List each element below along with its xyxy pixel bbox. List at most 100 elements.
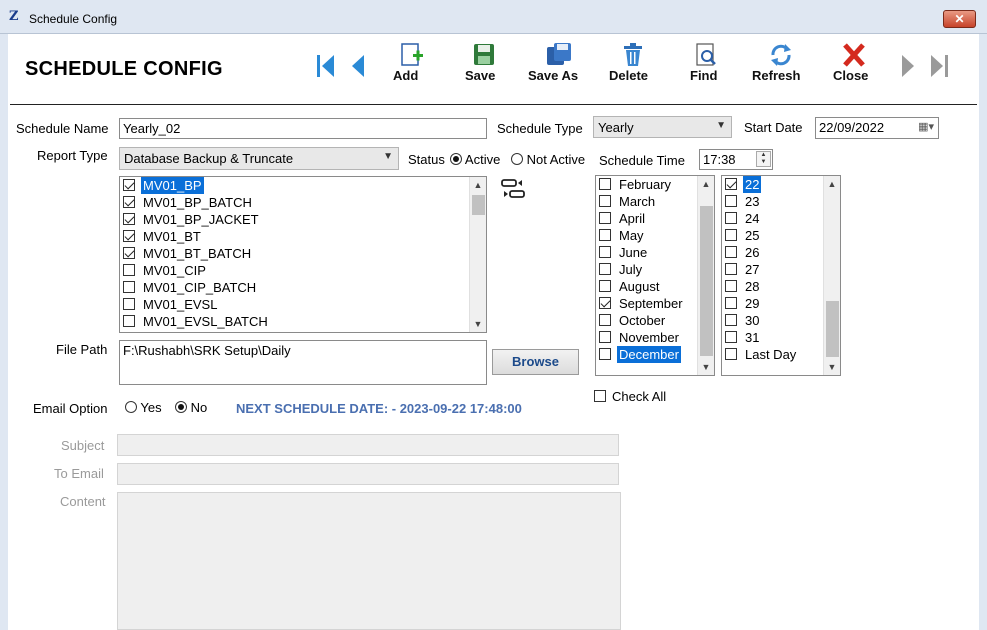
checkbox-icon[interactable] [123,213,135,225]
to-email-label: To Email [54,466,104,481]
checkbox-icon[interactable] [599,348,611,360]
day-list-item-label: 26 [745,245,760,260]
checkbox-icon[interactable] [725,314,737,326]
day-list-item-label: 25 [745,228,760,243]
table-list-item[interactable]: MV01_EVSL_BATCH [120,313,486,330]
status-not-active-radio[interactable]: Not Active [511,152,585,167]
checkbox-icon[interactable] [725,195,737,207]
checkbox-icon[interactable] [725,229,737,241]
to-email-input[interactable] [117,463,619,485]
month-list-item-label: April [619,211,646,226]
scroll-thumb[interactable] [472,195,485,215]
table-list-item[interactable]: MV01_CIP_BATCH [120,279,486,296]
status-not-active-label: Not Active [526,152,586,167]
tables-scrollbar[interactable]: ▲ ▼ [469,177,486,332]
table-list-item[interactable]: MV01_BT_BATCH [120,245,486,262]
scroll-up-icon[interactable]: ▲ [470,177,486,193]
save-as-button[interactable]: Save As [528,42,590,83]
schedule-type-select[interactable]: Yearly ▼ [593,116,732,138]
checkbox-icon[interactable] [123,179,135,191]
checkbox-icon[interactable] [123,247,135,259]
checkbox-icon[interactable] [599,297,611,309]
days-scrollbar[interactable]: ▲ ▼ [823,176,840,375]
checkbox-icon[interactable] [599,246,611,258]
checkbox-icon[interactable] [123,298,135,310]
file-path-input[interactable]: F:\Rushabh\SRK Setup\Daily [119,340,487,385]
day-list-item-label: 24 [745,211,760,226]
next-record-icon[interactable] [898,52,920,80]
month-list-item-label: June [619,245,648,260]
checkbox-icon[interactable] [599,229,611,241]
checkbox-icon[interactable] [725,280,737,292]
email-no-radio[interactable]: No [175,400,207,415]
table-list-item[interactable]: MV01_BP_JACKET [120,211,486,228]
checkbox-icon[interactable] [599,195,611,207]
status-active-radio[interactable]: Active [450,152,500,167]
checkbox-icon[interactable] [599,263,611,275]
delete-button[interactable]: Delete [609,42,657,83]
checkbox-icon[interactable] [599,178,611,190]
add-button[interactable]: Add [393,42,429,83]
scroll-up-icon[interactable]: ▲ [824,176,840,192]
checkbox-icon[interactable] [725,212,737,224]
checkbox-icon[interactable] [725,178,737,190]
month-list-item-label: May [619,228,644,243]
scroll-down-icon[interactable]: ▼ [698,359,714,375]
schedule-name-input[interactable]: Yearly_02 [119,118,487,139]
scroll-thumb[interactable] [826,301,839,357]
scroll-up-icon[interactable]: ▲ [698,176,714,192]
save-button[interactable]: Save [465,42,503,83]
checkbox-icon[interactable] [599,314,611,326]
checkbox-icon[interactable] [725,297,737,309]
day-list-item-label: 31 [745,330,760,345]
start-date-picker[interactable]: 22/09/2022 ▦▾ [815,117,939,139]
scroll-down-icon[interactable]: ▼ [824,359,840,375]
content-textarea[interactable] [117,492,621,630]
report-tables-list[interactable]: MV01_BP MV01_BP_BATCH MV01_BP_JACKET MV01_B… [119,176,487,333]
checkbox-icon[interactable] [599,212,611,224]
checkbox-icon[interactable] [725,246,737,258]
months-scrollbar[interactable]: ▲ ▼ [697,176,714,375]
start-date-label: Start Date [744,120,803,135]
scroll-down-icon[interactable]: ▼ [470,316,486,332]
last-record-icon[interactable] [928,52,950,80]
checkbox-icon[interactable] [599,280,611,292]
refresh-button[interactable]: Refresh [752,42,810,83]
table-list-item[interactable]: MV01_BP_BATCH [120,194,486,211]
browse-button[interactable]: Browse [492,349,579,375]
checkbox-icon[interactable] [123,315,135,327]
checkbox-icon[interactable] [123,196,135,208]
checkbox-icon[interactable] [725,348,737,360]
app-logo-icon: Z [9,9,19,24]
window-close-button[interactable]: ✕ [943,10,976,28]
close-button[interactable]: Close [833,42,875,83]
calendar-icon[interactable]: ▦▾ [918,120,934,133]
months-list[interactable]: February March April May June July August Septe… [595,175,715,376]
checkbox-icon[interactable] [725,263,737,275]
first-record-icon[interactable] [315,52,337,80]
table-list-item[interactable]: MV01_EVSL [120,296,486,313]
days-list[interactable]: 22 23 24 25 26 27 28 29 30 31 Last Day ▲ ▼ [721,175,841,376]
report-type-select[interactable]: Database Backup & Truncate ▼ [119,147,399,170]
checkbox-icon[interactable] [599,331,611,343]
swap-icon[interactable] [500,176,526,202]
previous-record-icon[interactable] [346,52,368,80]
email-yes-radio[interactable]: Yes [125,400,162,415]
month-list-item-label: September [619,296,683,311]
table-list-item[interactable]: MV01_BP [120,177,486,194]
find-button[interactable]: Find [690,42,722,83]
table-list-item[interactable]: MV01_BT [120,228,486,245]
radio-selected-icon [450,153,462,165]
checkbox-icon [594,390,606,402]
schedule-time-spinner[interactable]: 17:38 ▲ ▼ [699,149,773,170]
subject-input[interactable] [117,434,619,456]
table-list-item-label: MV01_EVSL_BATCH [143,314,268,329]
check-all-checkbox[interactable]: Check All [594,389,666,404]
spinner-arrows-icon[interactable]: ▲ ▼ [756,151,771,167]
checkbox-icon[interactable] [725,331,737,343]
checkbox-icon[interactable] [123,230,135,242]
table-list-item[interactable]: MV01_CIP [120,262,486,279]
checkbox-icon[interactable] [123,281,135,293]
scroll-thumb[interactable] [700,206,713,356]
checkbox-icon[interactable] [123,264,135,276]
